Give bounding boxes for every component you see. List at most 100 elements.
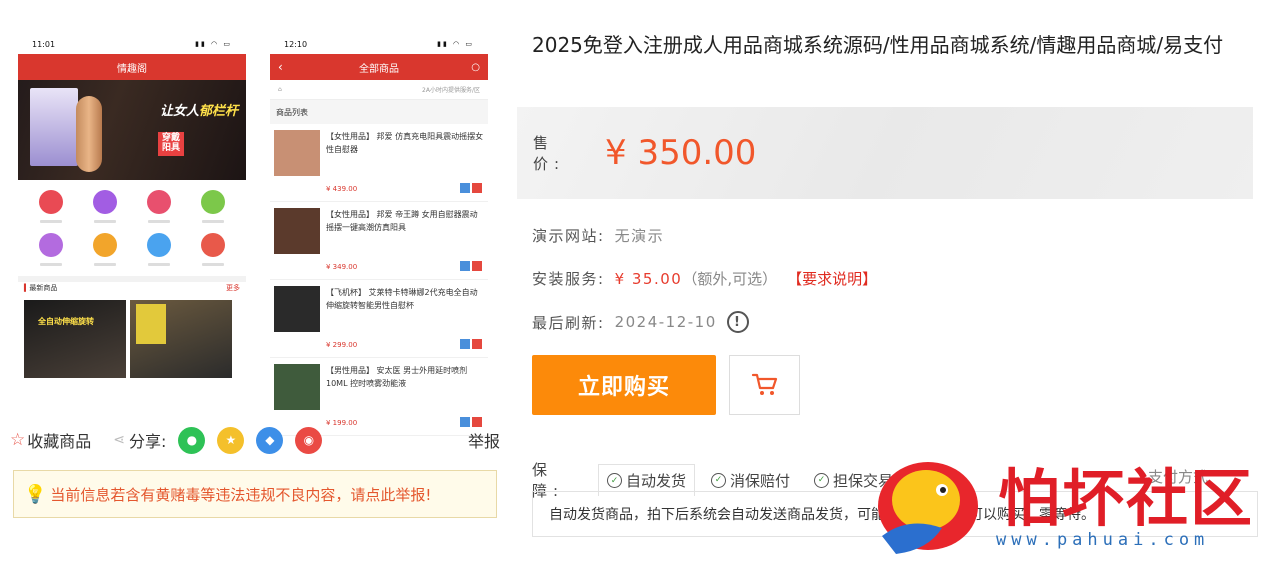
app-title: 全部商品	[359, 63, 399, 75]
report-link[interactable]: 举报	[468, 428, 500, 452]
price-label: 售 价:	[533, 134, 576, 173]
demo-row: 演示网站: 无演示	[532, 225, 664, 246]
product-thumb	[274, 208, 320, 254]
category-icon	[132, 233, 186, 266]
product-list-item: 【飞机杯】 艾莱特卡特琳娜2代充电全自动伸缩旋转智能男性自慰杯 ¥ 299.00	[270, 280, 488, 358]
item-buttons	[460, 261, 482, 271]
install-requirements-link[interactable]: 【要求说明】	[787, 268, 877, 289]
product-image	[76, 96, 102, 172]
refresh-value: 2024-12-10	[614, 313, 717, 331]
check-circle-icon: ✓	[711, 472, 727, 488]
category-icon	[186, 190, 240, 223]
category-circle-icon	[93, 190, 117, 214]
lightbulb-icon: 💡	[24, 483, 47, 505]
product-box-image	[30, 88, 78, 166]
category-circle-icon	[147, 190, 171, 214]
page: 11:01 ▮▮ ◠ ▭ 情趣阁 让女人郁栏杆 穿戴 阳具 ▍最新商品 更多 全…	[0, 0, 1283, 567]
product-list-item: 【女性用品】 邦爱 仿真充电阳具震动摇摆女性自慰器 ¥ 439.00	[270, 124, 488, 202]
product-item-price: ¥ 349.00	[326, 263, 358, 271]
check-circle-icon: ✓	[607, 473, 622, 488]
category-icon-grid	[18, 180, 246, 272]
category-label	[40, 263, 62, 266]
guarantee-label-text: 担保交易	[833, 471, 894, 490]
price-value: ¥ 350.00	[605, 133, 757, 173]
buy-now-button[interactable]: 立即购买	[532, 355, 716, 415]
guarantee-label-text: 自动发货	[626, 472, 687, 490]
category-label	[40, 220, 62, 223]
cart-icon	[751, 373, 777, 395]
product-list-item: 【女性用品】 邦爱 帝王蹲 女用自慰器震动摇摆一键高潮仿真阳具 ¥ 349.00	[270, 202, 488, 280]
info-icon[interactable]: !	[726, 311, 749, 333]
item-buttons	[460, 183, 482, 193]
payment-method-link[interactable]: 支付方式	[1148, 466, 1208, 487]
install-note: （额外,可选）	[682, 270, 778, 288]
home-icon: ⌂	[278, 86, 282, 93]
category-circle-icon	[93, 233, 117, 257]
app-title-bar: 情趣阁	[18, 54, 246, 80]
share-group: ⋖ 分享: ● ★ ◆ ◉	[113, 426, 323, 454]
action-bar: ☆ 收藏商品 ⋖ 分享: ● ★ ◆ ◉ 举报	[10, 424, 500, 456]
status-bar: 11:01 ▮▮ ◠ ▭	[18, 34, 246, 54]
install-row: 安装服务: ¥ 35.00 （额外,可选） 【要求说明】	[532, 268, 877, 289]
check-circle-icon: ✓	[814, 472, 830, 488]
guarantee-label-text: 消保赔付	[730, 471, 791, 490]
star-icon: ☆	[10, 430, 26, 450]
category-circle-icon	[39, 190, 63, 214]
product-item-price: ¥ 439.00	[326, 185, 358, 193]
warning-text: 当前信息若含有黄赌毒等违法违规不良内容，请点此举报!	[50, 485, 432, 504]
qq-share-icon[interactable]: ◆	[256, 426, 284, 454]
category-icon	[78, 233, 132, 266]
banner-headline: 让女人郁栏杆	[159, 104, 238, 119]
promo-banner: 让女人郁栏杆 穿戴 阳具	[18, 80, 246, 180]
demo-value: 无演示	[614, 227, 665, 245]
signal-icon: ▮▮ ◠ ▭	[437, 40, 474, 48]
status-bar: 12:10 ▮▮ ◠ ▭	[270, 34, 488, 54]
wechat-share-icon[interactable]: ●	[178, 426, 206, 454]
category-icon	[132, 190, 186, 223]
cart-square-icon	[472, 339, 482, 349]
info-square-icon	[460, 183, 470, 193]
info-square-icon	[460, 261, 470, 271]
section-more-link: 更多	[226, 284, 240, 292]
category-label	[148, 263, 170, 266]
price-box: 售 价: ¥ 350.00	[517, 107, 1253, 199]
refresh-row: 最后刷新: 2024-12-10 !	[532, 311, 749, 333]
item-buttons	[460, 339, 482, 349]
status-time: 12:10	[284, 39, 308, 49]
search-icon: ○	[471, 61, 480, 73]
weibo-share-icon[interactable]: ◉	[295, 426, 323, 454]
latest-product-thumb	[130, 300, 232, 378]
category-label	[202, 220, 224, 223]
category-circle-icon	[147, 233, 171, 257]
category-circle-icon	[39, 233, 63, 257]
report-warning-banner[interactable]: 💡 当前信息若含有黄赌毒等违法违规不良内容，请点此举报!	[13, 470, 497, 518]
section-title: ▍最新商品	[24, 284, 58, 292]
category-icon	[24, 190, 78, 223]
guarantee-description: 自动发货商品，拍下后系统会自动发送商品发货，可能是链接，随时可以购买，零等待。	[532, 491, 1258, 537]
list-header: 商品列表	[270, 100, 488, 124]
category-label	[148, 220, 170, 223]
product-thumb	[274, 130, 320, 176]
favorite-label: 收藏商品	[27, 432, 92, 451]
category-label	[202, 263, 224, 266]
favorite-button[interactable]: ☆ 收藏商品	[10, 428, 91, 452]
category-icon	[24, 233, 78, 266]
status-time: 11:01	[32, 39, 56, 49]
install-price: ¥ 35.00	[614, 269, 683, 288]
product-preview-image[interactable]: 11:01 ▮▮ ◠ ▭ 情趣阁 让女人郁栏杆 穿戴 阳具 ▍最新商品 更多 全…	[10, 28, 500, 436]
product-list: 【女性用品】 邦爱 仿真充电阳具震动摇摆女性自慰器 ¥ 439.00 【女性用品】 …	[270, 124, 488, 436]
app-title-bar: ‹ 全部商品 ○	[270, 54, 488, 80]
category-icon	[78, 190, 132, 223]
category-circle-icon	[201, 233, 225, 257]
product-thumb	[274, 286, 320, 332]
category-icon	[186, 233, 240, 266]
cart-square-icon	[472, 261, 482, 271]
category-label	[94, 220, 116, 223]
banner-badge: 穿戴 阳具	[157, 132, 184, 156]
product-item-price: ¥ 299.00	[326, 341, 358, 349]
latest-section-header: ▍最新商品 更多	[18, 276, 246, 294]
qzone-share-icon[interactable]: ★	[217, 426, 245, 454]
list-topline: ⌂ 2A小时内提供服务/区	[270, 80, 488, 100]
cart-square-icon	[472, 183, 482, 193]
add-to-cart-button[interactable]	[729, 355, 800, 415]
